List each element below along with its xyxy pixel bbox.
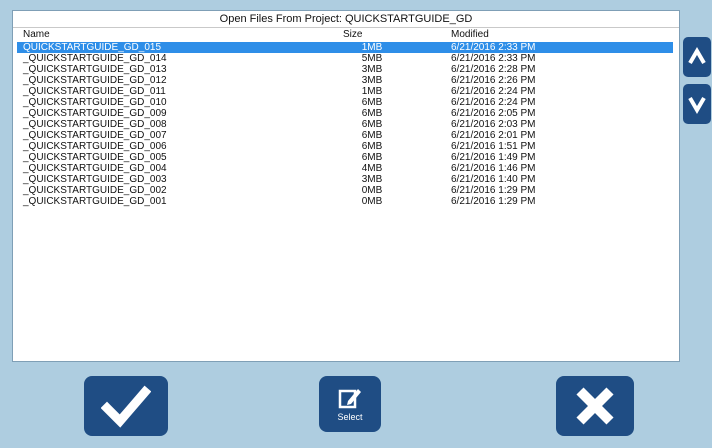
file-row[interactable]: _QUICKSTARTGUIDE_GD_005 6MB 6/21/2016 1:49… — [13, 152, 679, 163]
file-modified: 6/21/2016 2:03 PM — [451, 119, 536, 130]
file-size: 6MB — [361, 97, 383, 108]
file-name: _QUICKSTARTGUIDE_GD_014 — [23, 53, 167, 64]
file-modified: 6/21/2016 1:40 PM — [451, 174, 536, 185]
file-modified: 6/21/2016 1:46 PM — [451, 163, 536, 174]
file-modified: 6/21/2016 1:29 PM — [451, 196, 536, 207]
file-size: 6MB — [361, 108, 383, 119]
file-row[interactable]: _QUICKSTARTGUIDE_GD_011 1MB 6/21/2016 2:24… — [13, 86, 679, 97]
column-header-size[interactable]: Size — [343, 29, 388, 40]
file-modified: 6/21/2016 1:49 PM — [451, 152, 536, 163]
file-modified: 6/21/2016 1:29 PM — [451, 185, 536, 196]
file-name: _QUICKSTARTGUIDE_GD_010 — [23, 97, 167, 108]
file-size: 4MB — [361, 163, 383, 174]
file-name: _QUICKSTARTGUIDE_GD_013 — [23, 64, 167, 75]
file-modified: 6/21/2016 2:24 PM — [451, 97, 536, 108]
file-modified: 6/21/2016 2:24 PM — [451, 86, 536, 97]
file-size: 5MB — [361, 53, 383, 64]
file-size: 3MB — [361, 75, 383, 86]
file-modified: 6/21/2016 2:05 PM — [451, 108, 536, 119]
ok-button[interactable] — [84, 376, 168, 436]
file-size: 0MB — [361, 196, 383, 207]
file-row[interactable]: _QUICKSTARTGUIDE_GD_006 6MB 6/21/2016 1:51… — [13, 141, 679, 152]
file-name: _QUICKSTARTGUIDE_GD_008 — [23, 119, 167, 130]
select-button-label: Select — [337, 412, 363, 422]
file-row[interactable]: _QUICKSTARTGUIDE_GD_013 3MB 6/21/2016 2:28… — [13, 64, 679, 75]
file-row[interactable]: _QUICKSTARTGUIDE_GD_001 0MB 6/21/2016 1:29… — [13, 196, 679, 207]
column-header-modified[interactable]: Modified — [451, 29, 489, 40]
chevron-up-icon — [688, 47, 706, 65]
file-row[interactable]: _QUICKSTARTGUIDE_GD_003 3MB 6/21/2016 1:40… — [13, 174, 679, 185]
file-name: QUICKSTARTGUIDE_GD_015 — [23, 42, 162, 53]
file-name: _QUICKSTARTGUIDE_GD_009 — [23, 108, 167, 119]
file-name: _QUICKSTARTGUIDE_GD_003 — [23, 174, 167, 185]
file-size: 1MB — [361, 42, 383, 53]
file-browser-panel: Open Files From Project: QUICKSTARTGUIDE… — [12, 10, 680, 362]
edit-icon — [338, 389, 361, 409]
file-row[interactable]: _QUICKSTARTGUIDE_GD_008 6MB 6/21/2016 2:03… — [13, 119, 679, 130]
file-name: _QUICKSTARTGUIDE_GD_007 — [23, 130, 167, 141]
scroll-down-button[interactable] — [683, 84, 711, 124]
scroll-up-button[interactable] — [683, 37, 711, 77]
file-size: 6MB — [361, 130, 383, 141]
file-name: _QUICKSTARTGUIDE_GD_006 — [23, 141, 167, 152]
file-name: _QUICKSTARTGUIDE_GD_004 — [23, 163, 167, 174]
file-modified: 6/21/2016 2:33 PM — [451, 53, 536, 64]
file-row[interactable]: _QUICKSTARTGUIDE_GD_009 6MB 6/21/2016 2:05… — [13, 108, 679, 119]
file-row[interactable]: _QUICKSTARTGUIDE_GD_007 6MB 6/21/2016 2:01… — [13, 130, 679, 141]
chevron-down-icon — [688, 96, 706, 114]
x-icon — [576, 387, 614, 425]
file-row[interactable]: _QUICKSTARTGUIDE_GD_004 4MB 6/21/2016 1:46… — [13, 163, 679, 174]
file-row[interactable]: _QUICKSTARTGUIDE_GD_012 3MB 6/21/2016 2:26… — [13, 75, 679, 86]
file-name: _QUICKSTARTGUIDE_GD_012 — [23, 75, 167, 86]
file-modified: 6/21/2016 2:26 PM — [451, 75, 536, 86]
file-name: _QUICKSTARTGUIDE_GD_011 — [23, 86, 166, 97]
select-button[interactable]: Select — [319, 376, 381, 432]
file-row[interactable]: _QUICKSTARTGUIDE_GD_010 6MB 6/21/2016 2:24… — [13, 97, 679, 108]
file-modified: 6/21/2016 1:51 PM — [451, 141, 536, 152]
column-header-row: Name Size Modified — [13, 29, 679, 40]
file-name: _QUICKSTARTGUIDE_GD_002 — [23, 185, 167, 196]
cancel-button[interactable] — [556, 376, 634, 436]
file-name: _QUICKSTARTGUIDE_GD_005 — [23, 152, 167, 163]
dialog-title: Open Files From Project: QUICKSTARTGUIDE… — [13, 11, 679, 28]
checkmark-icon — [101, 385, 151, 428]
file-row[interactable]: _QUICKSTARTGUIDE_GD_002 0MB 6/21/2016 1:29… — [13, 185, 679, 196]
file-modified: 6/21/2016 2:33 PM — [451, 42, 536, 53]
file-size: 6MB — [361, 152, 383, 163]
column-header-name[interactable]: Name — [23, 29, 50, 40]
file-size: 6MB — [361, 141, 383, 152]
file-size: 3MB — [361, 64, 383, 75]
file-modified: 6/21/2016 2:28 PM — [451, 64, 536, 75]
file-size: 6MB — [361, 119, 383, 130]
file-size: 1MB — [361, 86, 383, 97]
file-size: 3MB — [361, 174, 383, 185]
file-size: 0MB — [361, 185, 383, 196]
file-row[interactable]: QUICKSTARTGUIDE_GD_015 1MB 6/21/2016 2:33 … — [17, 42, 673, 53]
file-modified: 6/21/2016 2:01 PM — [451, 130, 536, 141]
file-row[interactable]: _QUICKSTARTGUIDE_GD_014 5MB 6/21/2016 2:33… — [13, 53, 679, 64]
file-name: _QUICKSTARTGUIDE_GD_001 — [23, 196, 167, 207]
file-list: QUICKSTARTGUIDE_GD_015 1MB 6/21/2016 2:33 … — [13, 42, 679, 207]
